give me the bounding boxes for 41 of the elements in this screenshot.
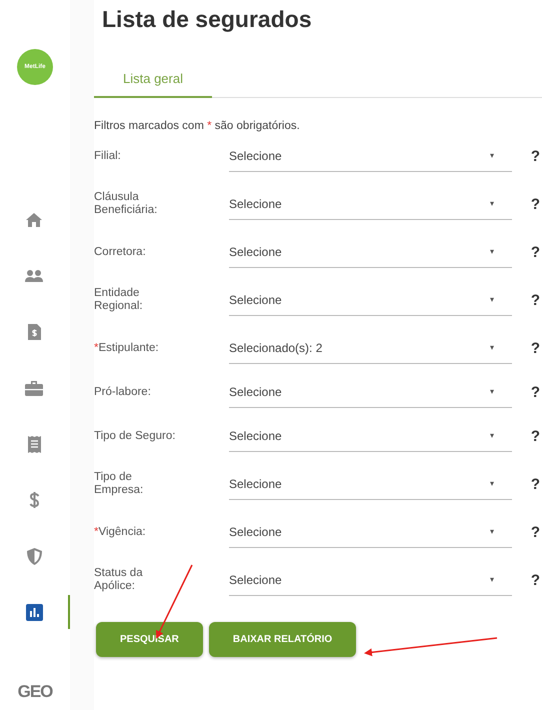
chart-icon: [26, 604, 42, 620]
home-icon: [26, 213, 42, 227]
dropdown[interactable]: Selecione ▾: [229, 420, 512, 452]
help-icon[interactable]: ?: [512, 572, 540, 588]
help-icon[interactable]: ?: [512, 524, 540, 540]
help-icon[interactable]: ?: [512, 292, 540, 308]
field-label: Corretora:: [94, 244, 147, 260]
dropdown[interactable]: Selecione ▾: [229, 376, 512, 408]
people-icon: [25, 270, 43, 282]
field-label: *Estipulante:: [94, 340, 160, 356]
dollar-icon: [28, 491, 40, 509]
field-label: Tipo de Seguro:: [94, 428, 176, 444]
brand-logo: GEO: [18, 682, 52, 702]
help-icon[interactable]: ?: [512, 476, 540, 492]
field-label: Cláusula Beneficiária:: [94, 190, 158, 218]
dollar-document-icon: [28, 324, 40, 340]
field-label: Pró-labore:: [94, 384, 152, 400]
help-icon[interactable]: ?: [512, 428, 540, 444]
receipt-icon: [28, 436, 40, 452]
dropdown[interactable]: Selecione ▾: [229, 140, 512, 172]
dropdown[interactable]: Selecione ▾: [229, 564, 512, 596]
help-icon[interactable]: ?: [512, 384, 540, 400]
field-label: Filial:: [94, 148, 122, 164]
field-label: *Vigência:: [94, 524, 147, 540]
required-note: Filtros marcados com * são obrigatórios.: [94, 120, 301, 132]
dropdown[interactable]: Selecione ▾: [229, 284, 512, 316]
dropdown[interactable]: Selecionado(s): 2 ▾: [229, 332, 512, 364]
shield-icon: [26, 548, 42, 564]
page-title: Lista de segurados: [102, 6, 313, 34]
help-icon[interactable]: ?: [512, 196, 540, 212]
help-icon[interactable]: ?: [512, 244, 540, 260]
dropdown[interactable]: Selecione ▾: [229, 236, 512, 268]
dropdown[interactable]: Selecione ▾: [229, 188, 512, 220]
help-icon[interactable]: ?: [512, 340, 540, 356]
field-label: Entidade Regional:: [94, 286, 144, 314]
dropdown[interactable]: Selecione ▾: [229, 516, 512, 548]
help-icon[interactable]: ?: [512, 148, 540, 164]
briefcase-icon: [25, 380, 43, 396]
dropdown[interactable]: Selecione ▾: [229, 468, 512, 500]
field-label: Tipo de Empresa:: [94, 470, 144, 498]
field-label: Status da Apólice:: [94, 566, 144, 594]
